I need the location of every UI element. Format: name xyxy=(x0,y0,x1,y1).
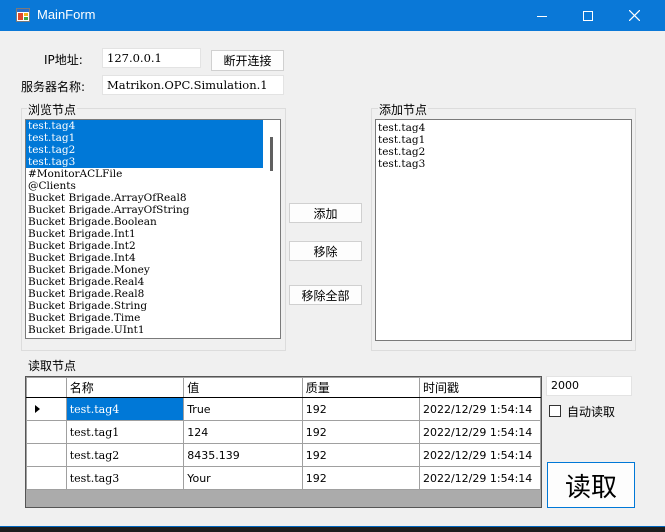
read-table: 名称 值 质量 时间戳 test.tag4 True 192 2022/12/29 1… xyxy=(26,377,541,490)
list-item[interactable]: Bucket Brigade.Real4 xyxy=(26,276,263,288)
window-title: MainForm xyxy=(37,7,96,22)
read-group-title: 读取节点 xyxy=(27,357,78,374)
scroll-thumb[interactable] xyxy=(270,137,273,171)
close-icon xyxy=(628,10,640,21)
list-item[interactable]: Bucket Brigade.Int2 xyxy=(26,240,263,252)
list-item[interactable]: Bucket Brigade.Money xyxy=(26,264,263,276)
added-group-title: 添加节点 xyxy=(378,101,429,118)
cell-quality[interactable]: 192 xyxy=(301,420,420,444)
cell-value[interactable]: Your xyxy=(183,466,303,490)
browse-items: test.tag4 test.tag1 test.tag2 test.tag3 #Mon… xyxy=(26,120,280,336)
list-item[interactable]: test.tag3 xyxy=(26,156,263,168)
list-item[interactable]: @Clients xyxy=(26,180,263,192)
list-item[interactable]: Bucket Brigade.Real8 xyxy=(26,288,263,300)
read-button[interactable]: 读取 xyxy=(547,462,635,508)
list-item[interactable]: Bucket Brigade.Boolean xyxy=(26,216,263,228)
remove-all-button[interactable]: 移除全部 xyxy=(289,285,362,305)
list-item[interactable]: test.tag2 xyxy=(26,144,263,156)
column-header-timestamp[interactable]: 时间戳 xyxy=(418,377,541,398)
title-bar[interactable]: MainForm xyxy=(0,0,665,31)
server-input[interactable]: Matrikon.OPC.Simulation.1 xyxy=(102,75,284,95)
row-header[interactable] xyxy=(26,397,67,421)
cell-quality[interactable]: 192 xyxy=(301,397,420,421)
cell-name[interactable]: test.tag3 xyxy=(65,466,185,490)
list-item[interactable]: Bucket Brigade.String xyxy=(26,300,263,312)
cell-timestamp[interactable]: 2022/12/29 1:54:14 xyxy=(418,466,541,490)
row-header-corner xyxy=(26,377,67,398)
list-item[interactable]: Bucket Brigade.ArrayOfString xyxy=(26,204,263,216)
cell-name[interactable]: test.tag1 xyxy=(65,420,185,444)
browse-listbox[interactable]: test.tag4 test.tag1 test.tag2 test.tag3 #Mon… xyxy=(25,119,281,339)
cell-name[interactable]: test.tag2 xyxy=(65,443,185,467)
added-items: test.tag4 test.tag1 test.tag2 test.tag3 xyxy=(376,120,631,170)
table-row[interactable]: test.tag3 Your 192 2022/12/29 1:54:14 xyxy=(26,466,541,490)
app-icon xyxy=(16,8,30,22)
table-row[interactable]: test.tag1 124 192 2022/12/29 1:54:14 xyxy=(26,420,541,444)
interval-input[interactable]: 2000 xyxy=(546,376,632,396)
column-header-value[interactable]: 值 xyxy=(183,377,303,398)
cell-timestamp[interactable]: 2022/12/29 1:54:14 xyxy=(418,397,541,421)
ip-input[interactable]: 127.0.0.1 xyxy=(102,48,201,68)
main-window: MainForm IP地址: 127.0.0.1 断开连接 服务器名称: Mat… xyxy=(0,0,665,526)
list-item[interactable]: test.tag4 xyxy=(376,122,631,134)
table-row[interactable]: test.tag2 8435.139 192 2022/12/29 1:54:14 xyxy=(26,443,541,467)
add-button[interactable]: 添加 xyxy=(289,203,362,223)
cell-timestamp[interactable]: 2022/12/29 1:54:14 xyxy=(418,420,541,444)
list-item[interactable]: test.tag4 xyxy=(26,120,263,132)
table-row[interactable]: test.tag4 True 192 2022/12/29 1:54:14 xyxy=(26,397,541,421)
list-item[interactable]: test.tag2 xyxy=(376,146,631,158)
list-item[interactable]: Bucket Brigade.Time xyxy=(26,312,263,324)
auto-read-label[interactable]: 自动读取 xyxy=(567,403,615,420)
browse-group-title: 浏览节点 xyxy=(27,101,78,118)
disconnect-button[interactable]: 断开连接 xyxy=(211,50,284,71)
minimize-button[interactable] xyxy=(519,0,565,31)
cell-name[interactable]: test.tag4 xyxy=(65,397,185,421)
list-item[interactable]: Bucket Brigade.Int1 xyxy=(26,228,263,240)
list-item[interactable]: #MonitorACLFile xyxy=(26,168,263,180)
maximize-icon xyxy=(583,10,593,21)
read-grid[interactable]: 名称 值 质量 时间戳 test.tag4 True 192 2022/12/29 1… xyxy=(25,376,542,508)
row-header[interactable] xyxy=(26,443,67,467)
minimize-icon xyxy=(537,15,547,17)
list-item[interactable]: test.tag1 xyxy=(26,132,263,144)
row-header[interactable] xyxy=(26,420,67,444)
list-item[interactable]: Bucket Brigade.UInt1 xyxy=(26,324,263,336)
row-header[interactable] xyxy=(26,466,67,490)
list-item[interactable]: test.tag1 xyxy=(376,134,631,146)
cell-value[interactable]: True xyxy=(183,397,303,421)
close-button[interactable] xyxy=(611,0,657,31)
cell-quality[interactable]: 192 xyxy=(301,466,420,490)
list-item[interactable]: Bucket Brigade.ArrayOfReal8 xyxy=(26,192,263,204)
browse-scrollbar[interactable] xyxy=(263,120,280,338)
list-item[interactable]: test.tag3 xyxy=(376,158,631,170)
server-label: 服务器名称: xyxy=(21,80,86,94)
list-item[interactable]: Bucket Brigade.Int4 xyxy=(26,252,263,264)
added-listbox[interactable]: test.tag4 test.tag1 test.tag2 test.tag3 xyxy=(375,119,632,341)
cell-timestamp[interactable]: 2022/12/29 1:54:14 xyxy=(418,443,541,467)
cell-quality[interactable]: 192 xyxy=(301,443,420,467)
column-header-name[interactable]: 名称 xyxy=(65,377,185,398)
remove-button[interactable]: 移除 xyxy=(289,241,362,261)
ip-label: IP地址: xyxy=(44,53,83,67)
column-header-quality[interactable]: 质量 xyxy=(301,377,420,398)
current-row-arrow-icon xyxy=(35,405,40,413)
read-table-header: 名称 值 质量 时间戳 xyxy=(26,377,541,398)
cell-value[interactable]: 124 xyxy=(183,420,303,444)
auto-read-checkbox[interactable] xyxy=(549,405,561,417)
maximize-button[interactable] xyxy=(565,0,611,31)
cell-value[interactable]: 8435.139 xyxy=(183,443,303,467)
